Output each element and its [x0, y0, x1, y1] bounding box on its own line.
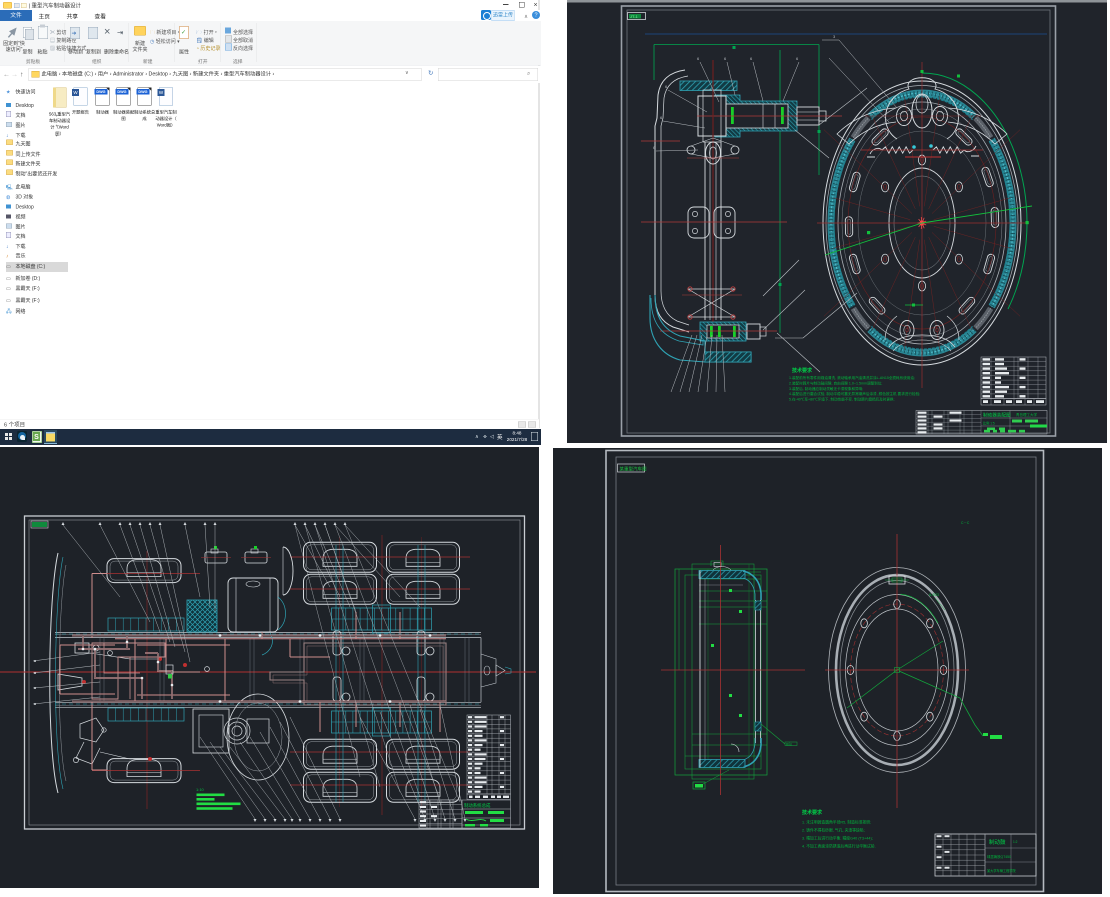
svg-text:JT-1: JT-1 [630, 14, 639, 19]
svg-text:1.装配前所有零件用煤油清洗, 滚动轴承用汽油清洗并涂L-A: 1.装配前所有零件用煤油清洗, 滚动轴承用汽油清洗并涂L-AN15全损耗系统用油… [789, 375, 915, 380]
svg-text:某重型汽车图: 某重型汽车图 [620, 466, 647, 473]
svg-text:6: 6 [796, 56, 799, 61]
svg-text:6: 6 [750, 56, 753, 61]
svg-text:1. 未注明铸造圆角半径R5, 制造标准按照;: 1. 未注明铸造圆角半径R5, 制造标准按照; [802, 820, 871, 825]
svg-text:6: 6 [653, 145, 656, 150]
svg-text:4. 不加工表面涂防锈漆后再进行动平衡试验.: 4. 不加工表面涂防锈漆后再进行动平衡试验. [802, 844, 876, 849]
svg-text:5.在-40℃至+80℃环境下, 制动性能不变, 制动蹄片磨: 5.在-40℃至+80℃环境下, 制动性能不变, 制动蹄片磨损后及时更换; [789, 397, 895, 402]
svg-text:1:2: 1:2 [1013, 840, 1018, 844]
svg-text:制动器装配图: 制动器装配图 [983, 412, 1011, 419]
svg-text:2. 铸件不得有砂眼, 气孔, 夹渣等缺陷;: 2. 铸件不得有砂眼, 气孔, 夹渣等缺陷; [802, 828, 865, 833]
svg-text:技术要求: 技术要求 [802, 809, 823, 816]
svg-text:6: 6 [724, 56, 727, 61]
svg-text:某大学车辆工程学院: 某大学车辆工程学院 [987, 868, 1016, 873]
svg-text:C－C: C－C [961, 521, 970, 525]
svg-text:制动鼓: 制动鼓 [989, 838, 1006, 846]
svg-text:3.装配后, 制动器应制动灵敏无卡滞现象和异响;: 3.装配后, 制动器应制动灵敏无卡滞现象和异响; [789, 386, 863, 391]
svg-text:3. 精加工后进行动平衡, 精度G40 (T3+44);: 3. 精加工后进行动平衡, 精度G40 (T3+44); [802, 836, 873, 841]
svg-text:1:10: 1:10 [196, 787, 205, 792]
svg-text:4.装配后进行磨合试验, 制动平稳可靠无异常噪声后涂漆, 颜: 4.装配后进行磨合试验, 制动平稳可靠无异常噪声后涂漆, 颜色按主机 要求进行检… [789, 391, 920, 396]
svg-text:2.装配时蹄片与制动鼓间隙, 自由间隙 1.0~1.5mm调: 2.装配时蹄片与制动鼓间隙, 自由间隙 1.0~1.5mm调整到位; [789, 380, 882, 385]
svg-text:8-Φ23: 8-Φ23 [929, 593, 939, 597]
svg-text:6: 6 [697, 56, 700, 61]
svg-text:球墨铸铁QT450: 球墨铸铁QT450 [987, 854, 1011, 859]
svg-text:青岛理工大学: 青岛理工大学 [1016, 412, 1038, 417]
svg-text:比例 1:5: 比例 1:5 [983, 421, 995, 426]
svg-text:技术要求: 技术要求 [792, 367, 813, 374]
svg-text:B向: B向 [786, 742, 792, 747]
svg-text:制动系统总成: 制动系统总成 [464, 802, 491, 809]
svg-text:3: 3 [833, 34, 836, 39]
